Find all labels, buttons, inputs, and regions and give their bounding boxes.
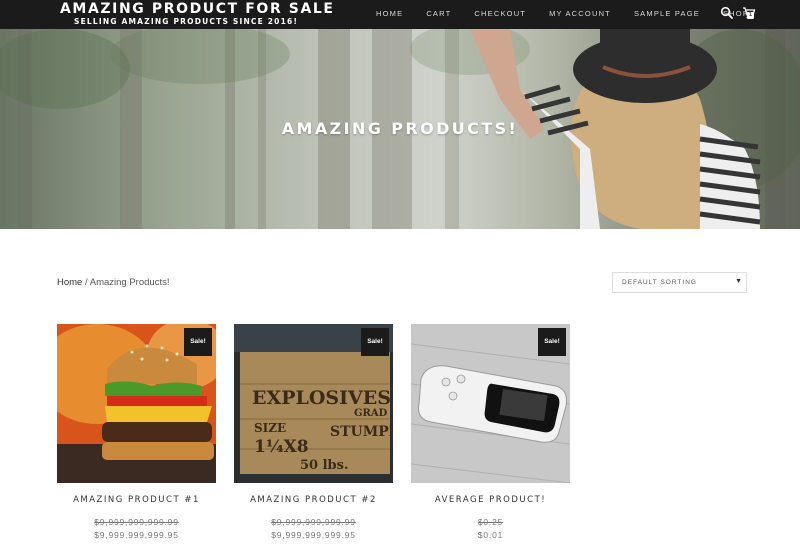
product-title[interactable]: AVERAGE PRODUCT! <box>411 495 570 505</box>
chevron-down-icon: ▼ <box>735 278 742 285</box>
product-title[interactable]: AMAZING PRODUCT #1 <box>57 495 216 505</box>
search-icon[interactable] <box>720 6 734 20</box>
product-title[interactable]: AMAZING PRODUCT #2 <box>234 495 393 505</box>
product-price-new: $9,999,999,999.95 <box>94 530 179 540</box>
nav-item-cart[interactable]: CART <box>426 9 451 18</box>
product-image[interactable]: Sale! <box>411 324 570 483</box>
product-price-new: $9,999,999,999.95 <box>271 530 356 540</box>
svg-text:SIZE: SIZE <box>254 421 286 435</box>
svg-text:1¼X8: 1¼X8 <box>254 437 309 457</box>
sorting-selected-value: DEFAULT SORTING <box>622 279 697 286</box>
breadcrumb-current: Amazing Products! <box>89 277 170 288</box>
site-header: AMAZING PRODUCT FOR SALE SELLING AMAZING… <box>0 0 800 29</box>
nav-item-checkout[interactable]: CHECKOUT <box>474 9 526 18</box>
crate-text-explosives: EXPLOSIVES <box>252 387 391 409</box>
product-price-old: $0.25 <box>477 517 504 527</box>
product-image[interactable]: Sale! <box>57 324 216 483</box>
site-title[interactable]: AMAZING PRODUCT FOR SALE <box>60 1 335 17</box>
nav-item-home[interactable]: HOME <box>376 9 403 18</box>
sale-badge: Sale! <box>361 328 389 356</box>
header-icons: 1 <box>720 6 756 20</box>
hero-title: AMAZING PRODUCTS! <box>281 119 519 138</box>
cart-button[interactable]: 1 <box>742 6 756 20</box>
nav-item-sample-page[interactable]: SAMPLE PAGE <box>634 9 700 18</box>
site-tagline: SELLING AMAZING PRODUCTS SINCE 2016! <box>74 17 299 26</box>
product-price-old: $9,999,999,999.99 <box>271 517 356 527</box>
product-price-old: $9,999,999,999.99 <box>94 517 179 527</box>
svg-text:50 lbs.: 50 lbs. <box>300 458 349 473</box>
hero-banner: AMAZING PRODUCTS! <box>0 29 800 229</box>
main-nav: HOME CART CHECKOUT MY ACCOUNT SAMPLE PAG… <box>376 9 772 18</box>
product-card[interactable]: Sale! AVERAGE PRODUCT! $0.25 $0.01 <box>411 324 570 540</box>
svg-text:GRAD: GRAD <box>354 408 388 419</box>
svg-text:STUMPIN: STUMPIN <box>330 424 393 440</box>
breadcrumb: Home / Amazing Products! <box>57 277 169 288</box>
sale-badge: Sale! <box>184 328 212 356</box>
nav-item-my-account[interactable]: MY ACCOUNT <box>549 9 611 18</box>
sorting-select[interactable]: DEFAULT SORTING ▼ <box>612 272 747 293</box>
brand[interactable]: AMAZING PRODUCT FOR SALE SELLING AMAZING… <box>60 1 335 27</box>
breadcrumb-home-link[interactable]: Home <box>57 277 82 288</box>
breadcrumb-separator: / <box>82 277 90 288</box>
product-image[interactable]: EXPLOSIVES SIZE GRAD 1¼X8 STUMPIN 50 lbs… <box>234 324 393 483</box>
product-card[interactable]: EXPLOSIVES SIZE GRAD 1¼X8 STUMPIN 50 lbs… <box>234 324 393 540</box>
sale-badge: Sale! <box>538 328 566 356</box>
product-card[interactable]: Sale! AMAZING PRODUCT #1 $9,999,999,999.… <box>57 324 216 540</box>
cart-count-badge: 1 <box>747 12 754 19</box>
product-price-new: $0.01 <box>477 530 504 540</box>
